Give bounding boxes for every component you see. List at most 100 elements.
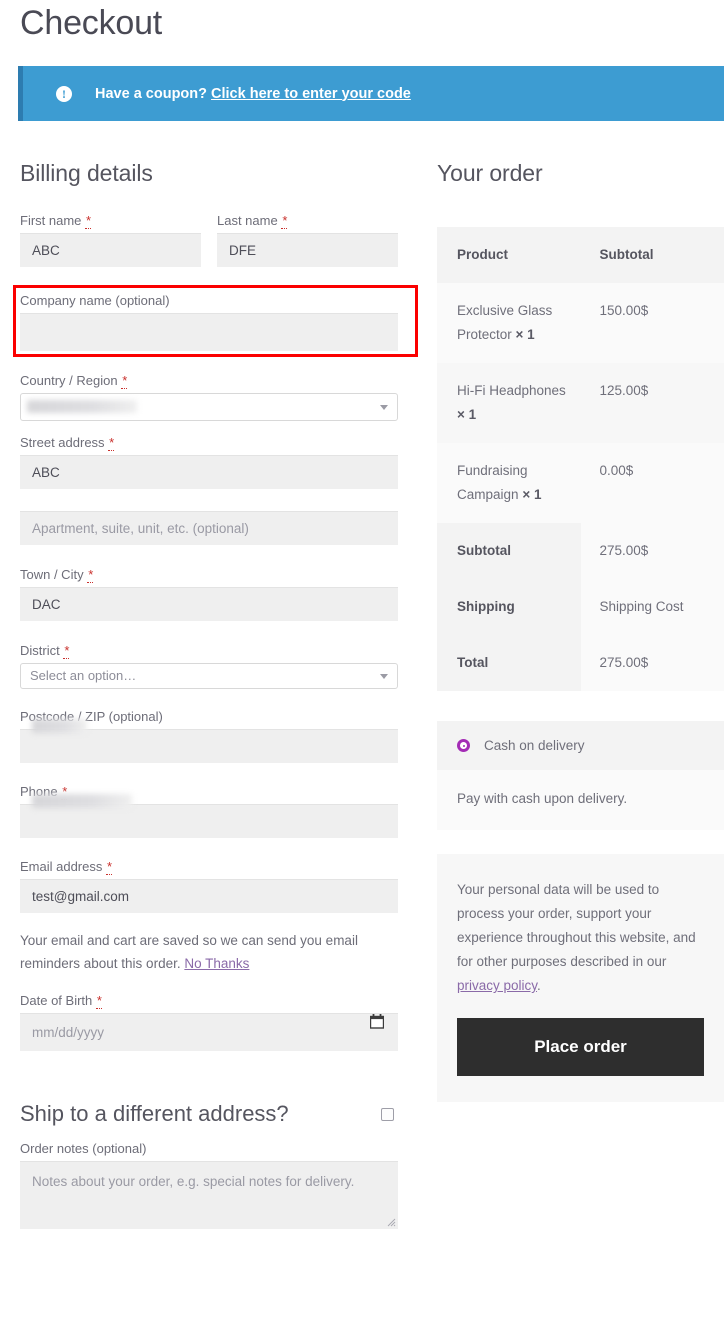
order-item-name: Hi-Fi Headphones × 1 <box>437 363 581 443</box>
apartment-input[interactable]: Apartment, suite, unit, etc. (optional) <box>20 511 398 545</box>
order-item-subtotal: 125.00$ <box>599 383 649 398</box>
street-address-field: Street address * ABC <box>20 435 398 489</box>
order-notes-label: Order notes (optional) <box>20 1141 147 1156</box>
email-input[interactable]: test@gmail.com <box>20 879 398 913</box>
apartment-field: Apartment, suite, unit, etc. (optional) <box>20 511 398 545</box>
radio-selected-icon[interactable] <box>457 739 470 752</box>
date-of-birth-label: Date of Birth * <box>20 993 398 1009</box>
privacy-text-before: Your personal data will be used to proce… <box>457 882 696 969</box>
town-city-field: Town / City * DAC <box>20 567 398 621</box>
column-header-product: Product <box>457 247 509 262</box>
town-city-label-text: Town / City <box>20 567 84 582</box>
ship-different-address-title: Ship to a different address? <box>20 1101 289 1126</box>
last-name-field: Last name * DFE <box>217 213 398 267</box>
required-asterisk: * <box>85 213 92 229</box>
column-header-subtotal: Subtotal <box>599 247 654 262</box>
ship-different-address-checkbox[interactable] <box>381 1107 394 1121</box>
payment-method-cash-on-delivery[interactable]: Cash on delivery <box>437 721 724 770</box>
total-label: Total <box>437 635 581 691</box>
order-item-name-text: Fundraising Campaign <box>457 463 528 502</box>
place-order-button[interactable]: Place order <box>457 1018 704 1076</box>
shipping-label: Shipping <box>437 579 581 635</box>
district-select[interactable]: Select an option… <box>20 663 398 689</box>
street-address-input[interactable]: ABC <box>20 455 398 489</box>
country-region-select[interactable] <box>20 393 398 421</box>
phone-input[interactable] <box>20 794 398 838</box>
country-region-label-text: Country / Region <box>20 373 118 388</box>
order-table-head: Product Subtotal <box>437 227 724 283</box>
required-asterisk: * <box>95 993 102 1009</box>
district-selected-value: Select an option… <box>30 668 137 683</box>
order-table-header-row: Product Subtotal <box>437 227 724 283</box>
first-name-label-text: First name <box>20 213 82 228</box>
chevron-down-icon <box>380 405 388 410</box>
subtotal-value: 275.00$ <box>580 523 724 579</box>
coupon-prompt-text: Have a coupon? <box>95 85 207 102</box>
required-asterisk: * <box>106 859 113 875</box>
exclamation-circle-icon: ! <box>56 85 72 102</box>
phone-redacted-value <box>32 794 132 808</box>
date-of-birth-field: Date of Birth * mm/dd/yyyy <box>20 993 398 1051</box>
billing-details-heading: Billing details <box>20 160 153 186</box>
name-fields-row: First name * ABC Last name * DFE <box>20 213 398 281</box>
privacy-text-after: . <box>537 978 541 993</box>
street-address-label: Street address * <box>20 435 398 451</box>
phone-field: Phone * <box>20 784 398 838</box>
no-thanks-link[interactable]: No Thanks <box>184 956 249 971</box>
district-label: District * <box>20 643 398 659</box>
company-name-input[interactable] <box>20 313 398 351</box>
subtotal-label: Subtotal <box>437 523 581 579</box>
coupon-prompt: Have a coupon? Click here to enter your … <box>95 86 411 102</box>
table-row: Total 275.00$ <box>437 635 724 691</box>
order-notes-placeholder: Notes about your order, e.g. special not… <box>32 1174 355 1189</box>
table-row: Hi-Fi Headphones × 1 125.00$ <box>437 363 724 443</box>
privacy-and-submit-box: Your personal data will be used to proce… <box>437 854 724 1102</box>
country-region-label: Country / Region * <box>20 373 398 389</box>
privacy-policy-text: Your personal data will be used to proce… <box>457 878 704 998</box>
required-asterisk: * <box>281 213 288 229</box>
order-item-name: Fundraising Campaign × 1 <box>437 443 581 523</box>
table-row: Exclusive Glass Protector × 1 150.00$ <box>437 283 724 363</box>
payment-method-label: Cash on delivery <box>484 738 585 753</box>
email-field: Email address * test@gmail.com <box>20 859 398 913</box>
coupon-notice-bar: ! Have a coupon? Click here to enter you… <box>18 66 724 121</box>
last-name-label: Last name * <box>217 213 398 229</box>
first-name-input[interactable]: ABC <box>20 233 201 267</box>
last-name-input[interactable]: DFE <box>217 233 398 267</box>
street-address-label-text: Street address <box>20 435 105 450</box>
postcode-input[interactable] <box>20 719 398 763</box>
your-order-column: Your order Product Subtotal Exclusive Gl… <box>437 160 724 1102</box>
town-city-input[interactable]: DAC <box>20 587 398 621</box>
order-item-subtotal: 0.00$ <box>599 463 634 478</box>
coupon-enter-code-link[interactable]: Click here to enter your code <box>211 86 411 102</box>
postcode-field: Postcode / ZIP (optional) <box>20 709 398 763</box>
calendar-icon[interactable] <box>370 1014 384 1029</box>
email-label: Email address * <box>20 859 398 875</box>
order-item-subtotal: 150.00$ <box>599 303 649 318</box>
first-name-field: First name * ABC <box>20 213 201 267</box>
payment-method-description: Pay with cash upon delivery. <box>437 770 724 830</box>
last-name-label-text: Last name <box>217 213 278 228</box>
privacy-policy-link[interactable]: privacy policy <box>457 978 537 993</box>
order-item-name: Exclusive Glass Protector × 1 <box>437 283 581 363</box>
email-label-text: Email address <box>20 859 103 874</box>
date-of-birth-label-text: Date of Birth <box>20 993 93 1008</box>
table-row: Shipping Shipping Cost <box>437 579 724 635</box>
town-city-label: Town / City * <box>20 567 398 583</box>
required-asterisk: * <box>108 435 115 451</box>
order-table-items: Exclusive Glass Protector × 1 150.00$ Hi… <box>437 283 724 523</box>
chevron-down-icon <box>380 674 388 679</box>
your-order-heading: Your order <box>437 160 543 186</box>
order-item-name-text: Exclusive Glass Protector <box>457 303 553 342</box>
order-table-totals: Subtotal 275.00$ Shipping Shipping Cost … <box>437 523 724 691</box>
ship-different-address-row[interactable]: Ship to a different address? <box>20 1101 398 1127</box>
total-value: 275.00$ <box>580 635 724 691</box>
order-item-qty: × 1 <box>457 407 477 422</box>
order-notes-textarea[interactable]: Notes about your order, e.g. special not… <box>20 1161 398 1229</box>
order-item-name-text: Hi-Fi Headphones <box>457 383 566 398</box>
first-name-label: First name * <box>20 213 201 229</box>
date-of-birth-input[interactable]: mm/dd/yyyy <box>20 1013 398 1051</box>
table-row: Subtotal 275.00$ <box>437 523 724 579</box>
resize-grip-icon[interactable] <box>387 1218 396 1227</box>
required-asterisk: * <box>87 567 94 583</box>
